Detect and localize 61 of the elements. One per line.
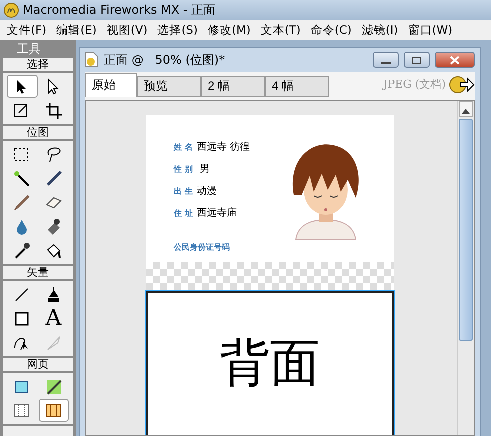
section-header: 选择 — [3, 58, 73, 71]
menu-item[interactable]: 文本(T) — [256, 22, 306, 38]
bucket-tool-icon — [44, 242, 63, 260]
document-title: 正面 @ 50% (位图)* — [104, 52, 226, 68]
field-value: 动漫 — [196, 185, 217, 198]
view-tab[interactable]: 4 幅 — [265, 76, 329, 97]
view-tab[interactable]: 预览 — [137, 76, 201, 97]
marquee-tool-icon — [13, 146, 32, 164]
menu-item[interactable]: 视图(V) — [102, 22, 153, 38]
window-title: Macromedia Fireworks MX - 正面 — [23, 2, 216, 18]
menu-item[interactable]: 文件(F) — [2, 22, 52, 38]
menu-item[interactable]: 选择(S) — [152, 22, 203, 38]
menu-item[interactable]: 窗口(W) — [403, 22, 458, 38]
menu-item[interactable]: 编辑(E) — [52, 22, 102, 38]
field-label: 住 址 — [174, 208, 193, 218]
show-slices-tool-icon — [44, 402, 63, 420]
crop-tool-icon — [44, 102, 63, 120]
menu-item[interactable]: 修改(M) — [202, 22, 256, 38]
field-value: 男 — [198, 163, 210, 176]
section-header: 网页 — [3, 358, 73, 371]
rectangle-tool-icon — [13, 310, 32, 328]
slice-tool-icon — [44, 378, 63, 396]
field-label: 姓 名 — [174, 142, 193, 152]
section-header: 矢量 — [3, 266, 73, 279]
view-tab[interactable]: 原始 — [85, 73, 137, 97]
brush-tool-icon — [44, 170, 63, 188]
field-value: 西远寺庙 — [196, 206, 237, 220]
field-value: 西远寺 彷徨 — [196, 140, 250, 154]
minimize-button[interactable] — [373, 52, 399, 68]
menu-item[interactable]: 滤镜(I) — [356, 22, 404, 38]
panel-title: 工具 — [16, 42, 42, 56]
tool-button[interactable] — [7, 75, 38, 98]
tool-button[interactable] — [38, 399, 69, 422]
section-header: 位图 — [3, 126, 73, 139]
menu-item[interactable]: 命令(C) — [306, 22, 357, 38]
export-icon[interactable] — [449, 76, 475, 94]
card-back-text: 背面 — [220, 333, 320, 393]
maximize-icon — [412, 57, 422, 65]
up-arrow-icon — [462, 109, 470, 114]
scroll-up-button[interactable] — [459, 101, 473, 117]
line-tool-icon — [13, 286, 32, 304]
format-label: JPEG (文档) — [383, 77, 446, 92]
id-number-label: 公民身份证号码 — [174, 242, 230, 253]
document-icon — [85, 52, 99, 68]
app-logo-icon — [4, 2, 19, 18]
wand-tool-icon — [13, 170, 32, 188]
id-card-back[interactable]: 背面 — [146, 291, 394, 435]
minimize-icon — [381, 61, 391, 65]
tool-button[interactable]: A — [38, 307, 69, 330]
scroll-thumb[interactable] — [459, 119, 473, 341]
maximize-button[interactable] — [404, 52, 430, 68]
field-label: 出 生 — [174, 186, 193, 196]
close-icon — [450, 56, 460, 65]
vertical-scrollbar[interactable] — [457, 101, 474, 435]
close-button[interactable] — [435, 52, 475, 68]
pencil-tool-icon — [13, 194, 32, 212]
eyedropper-tool-icon — [13, 242, 32, 260]
hide-slices-tool-icon — [13, 402, 32, 420]
view-tab[interactable]: 2 幅 — [201, 76, 265, 97]
field-label: 性 别 — [174, 164, 193, 174]
knife-tool-icon — [44, 334, 63, 352]
